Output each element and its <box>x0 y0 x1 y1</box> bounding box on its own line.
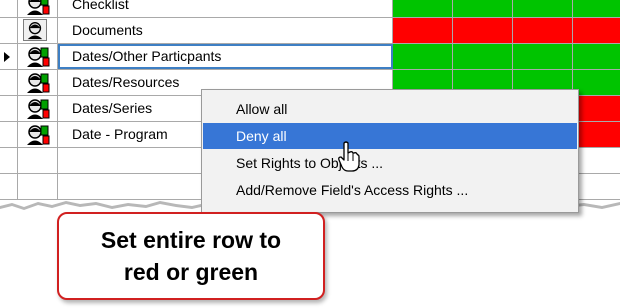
row-indicator[interactable] <box>0 18 18 43</box>
row-indicator[interactable] <box>0 148 18 173</box>
callout-box: Set entire row to red or green <box>57 212 325 300</box>
row-indicator[interactable] <box>0 96 18 121</box>
row-indicator[interactable] <box>0 0 18 17</box>
permission-cell[interactable] <box>453 18 513 43</box>
person-icon <box>27 73 50 93</box>
person-icon <box>27 0 50 15</box>
row-indicator[interactable] <box>0 44 18 69</box>
table-row[interactable]: Checklist <box>0 0 620 18</box>
callout-text: Set entire row to red or green <box>100 227 282 285</box>
permission-cell[interactable] <box>573 44 620 69</box>
icon-cell <box>18 122 58 147</box>
row-name[interactable]: Documents <box>58 18 393 43</box>
icon-cell <box>18 44 58 69</box>
menu-item-set-rights-to-objects[interactable]: Set Rights to Objects ... <box>203 150 577 176</box>
icon-cell <box>18 148 58 173</box>
row-indicator[interactable] <box>0 122 18 147</box>
menu-item-add-remove-field-access-rights[interactable]: Add/Remove Field's Access Rights ... <box>203 177 577 203</box>
person-icon <box>27 47 50 67</box>
person-icon <box>23 19 47 41</box>
person-icon <box>27 99 50 119</box>
menu-item-allow-all[interactable]: Allow all <box>203 96 577 122</box>
row-name[interactable]: Dates/Other Particpants <box>58 44 393 69</box>
permission-cell[interactable] <box>453 0 513 17</box>
current-row-arrow-icon <box>4 52 10 62</box>
menu-item-deny-all[interactable]: Deny all <box>203 123 577 149</box>
permission-cell[interactable] <box>393 0 453 17</box>
permission-cell[interactable] <box>393 44 453 69</box>
table-row[interactable]: Documents <box>0 18 620 44</box>
permission-cell[interactable] <box>573 148 620 173</box>
icon-cell <box>18 0 58 17</box>
permission-cell[interactable] <box>573 122 620 147</box>
permission-cell[interactable] <box>513 0 573 17</box>
icon-cell <box>18 96 58 121</box>
hand-cursor-icon <box>338 141 360 172</box>
permission-cell[interactable] <box>393 18 453 43</box>
permission-cell[interactable] <box>513 18 573 43</box>
table-row[interactable]: Dates/Other Particpants <box>0 44 620 70</box>
context-menu: Allow all Deny all Set Rights to Objects… <box>201 89 579 213</box>
icon-cell <box>18 70 58 95</box>
row-name[interactable]: Checklist <box>58 0 393 17</box>
permission-cell[interactable] <box>573 18 620 43</box>
permission-cell[interactable] <box>573 96 620 121</box>
permission-cell[interactable] <box>513 44 573 69</box>
permission-cell[interactable] <box>453 44 513 69</box>
row-indicator[interactable] <box>0 70 18 95</box>
person-icon <box>27 125 50 145</box>
permission-cell[interactable] <box>573 0 620 17</box>
icon-cell <box>18 18 58 43</box>
permission-cell[interactable] <box>573 70 620 95</box>
